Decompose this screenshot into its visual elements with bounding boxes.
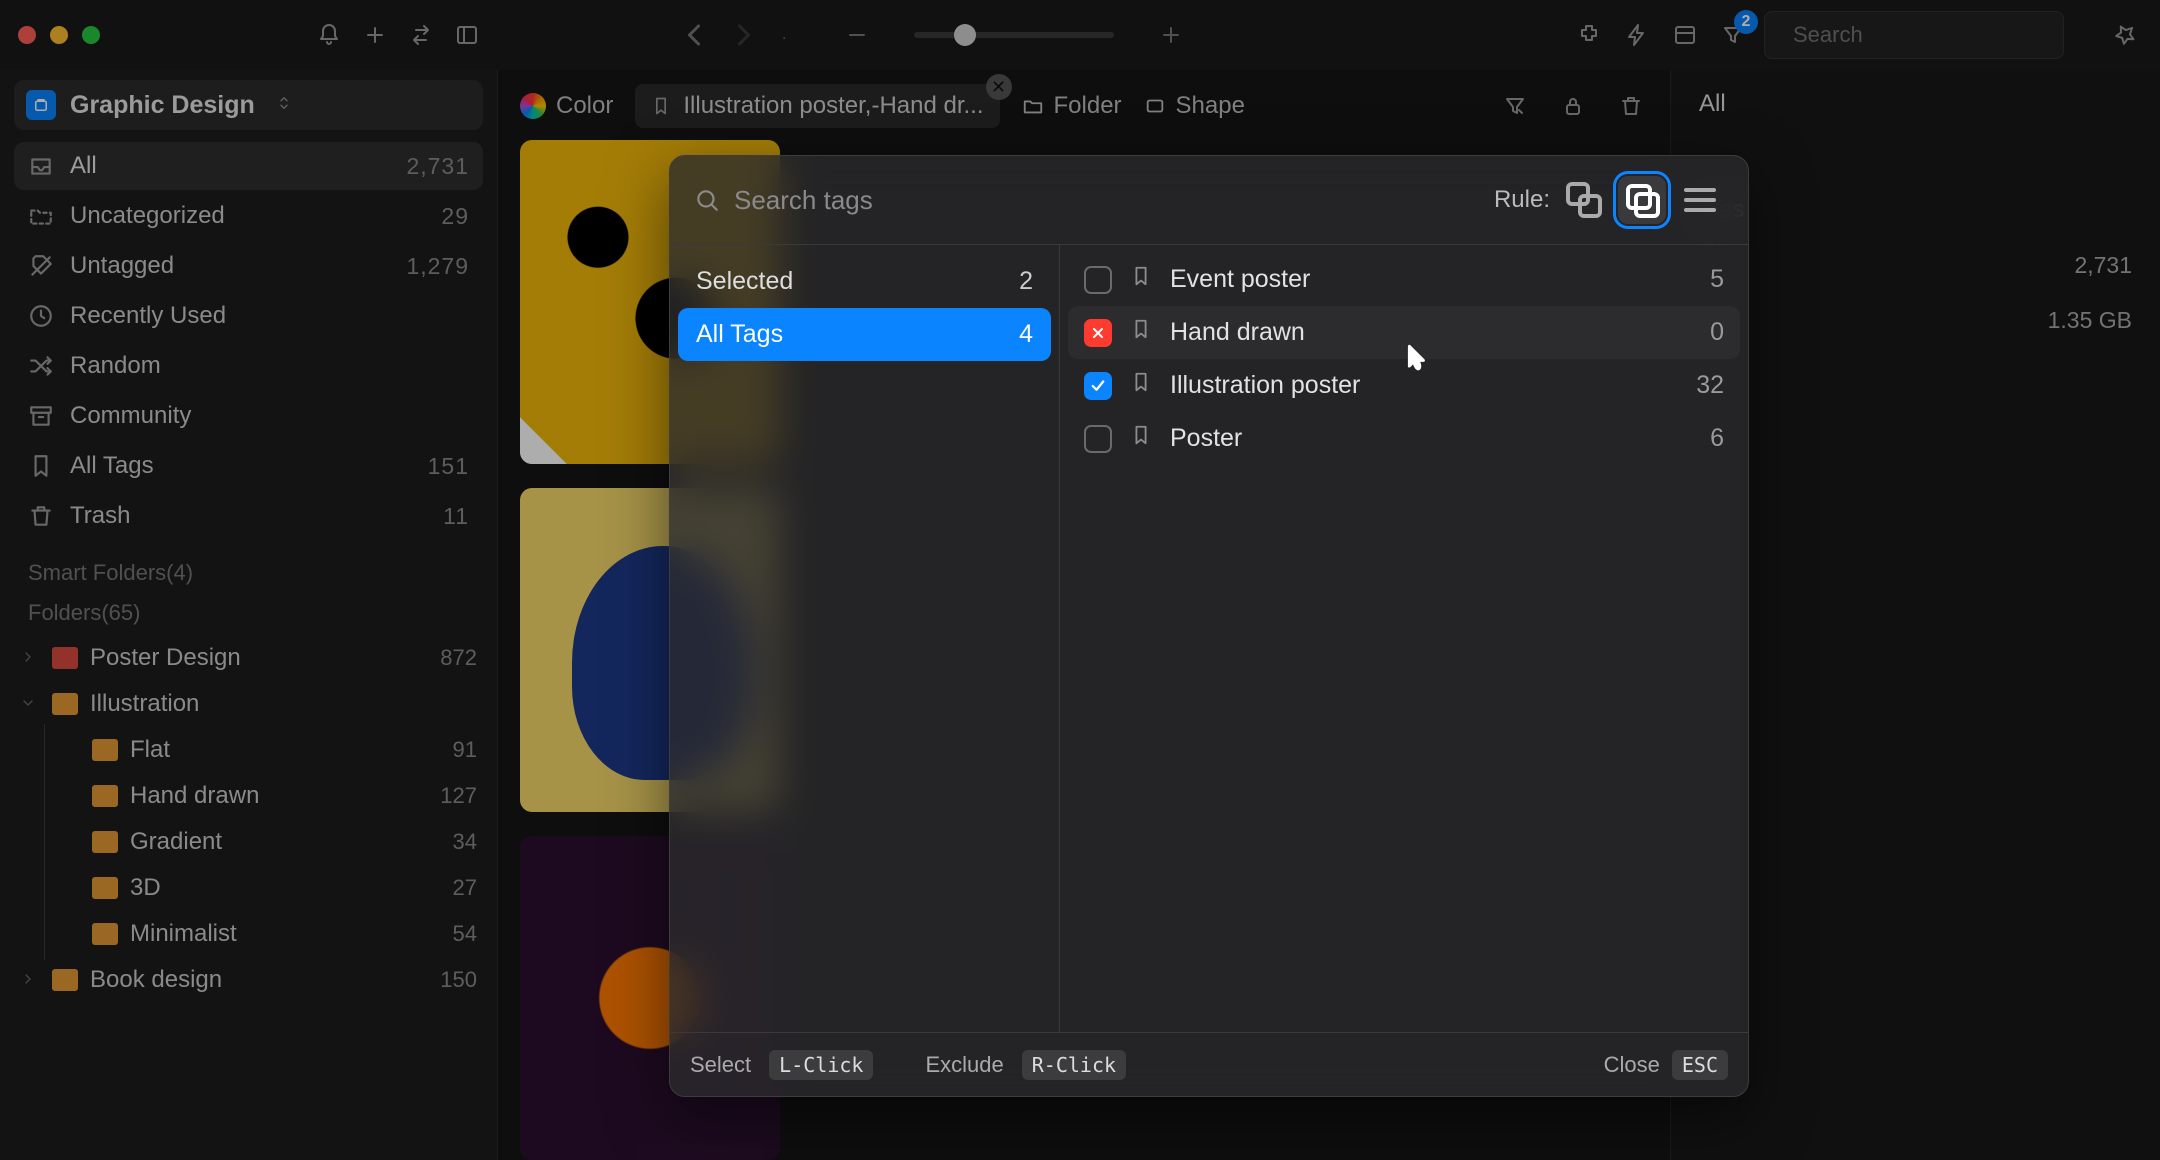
checkbox-checked-icon[interactable]: [1084, 372, 1112, 400]
bookmark-icon: [1130, 371, 1152, 400]
kbd-rclick: R-Click: [1022, 1050, 1126, 1080]
checkbox-empty-icon[interactable]: [1084, 425, 1112, 453]
bookmark-icon: [1130, 265, 1152, 294]
rule-or-button[interactable]: [1560, 176, 1608, 224]
footer-close-label: Close: [1604, 1052, 1660, 1078]
tag-row-event-poster[interactable]: Event poster 5: [1068, 253, 1740, 306]
bookmark-icon: [1130, 318, 1152, 347]
kbd-esc: ESC: [1672, 1050, 1728, 1080]
tag-filter-popover: Rule: Selected 2 All Tags 4: [669, 155, 1749, 1097]
checkbox-empty-icon[interactable]: [1084, 266, 1112, 294]
tag-row-hand-drawn[interactable]: Hand drawn 0: [1068, 306, 1740, 359]
search-icon: [694, 187, 720, 213]
footer-select-label: Select: [690, 1052, 751, 1078]
rule-label: Rule:: [1494, 186, 1550, 214]
tag-group-selected[interactable]: Selected 2: [678, 255, 1051, 308]
checkbox-exclude-icon[interactable]: [1084, 319, 1112, 347]
kbd-lclick: L-Click: [769, 1050, 873, 1080]
rule-and-button[interactable]: [1618, 176, 1666, 224]
rule-options-button[interactable]: [1676, 176, 1724, 224]
tag-row-poster[interactable]: Poster 6: [1068, 412, 1740, 465]
bookmark-icon: [1130, 424, 1152, 453]
tag-search-input[interactable]: [734, 185, 1480, 216]
tag-row-illustration-poster[interactable]: Illustration poster 32: [1068, 359, 1740, 412]
tag-group-all[interactable]: All Tags 4: [678, 308, 1051, 361]
footer-exclude-label: Exclude: [925, 1052, 1003, 1078]
